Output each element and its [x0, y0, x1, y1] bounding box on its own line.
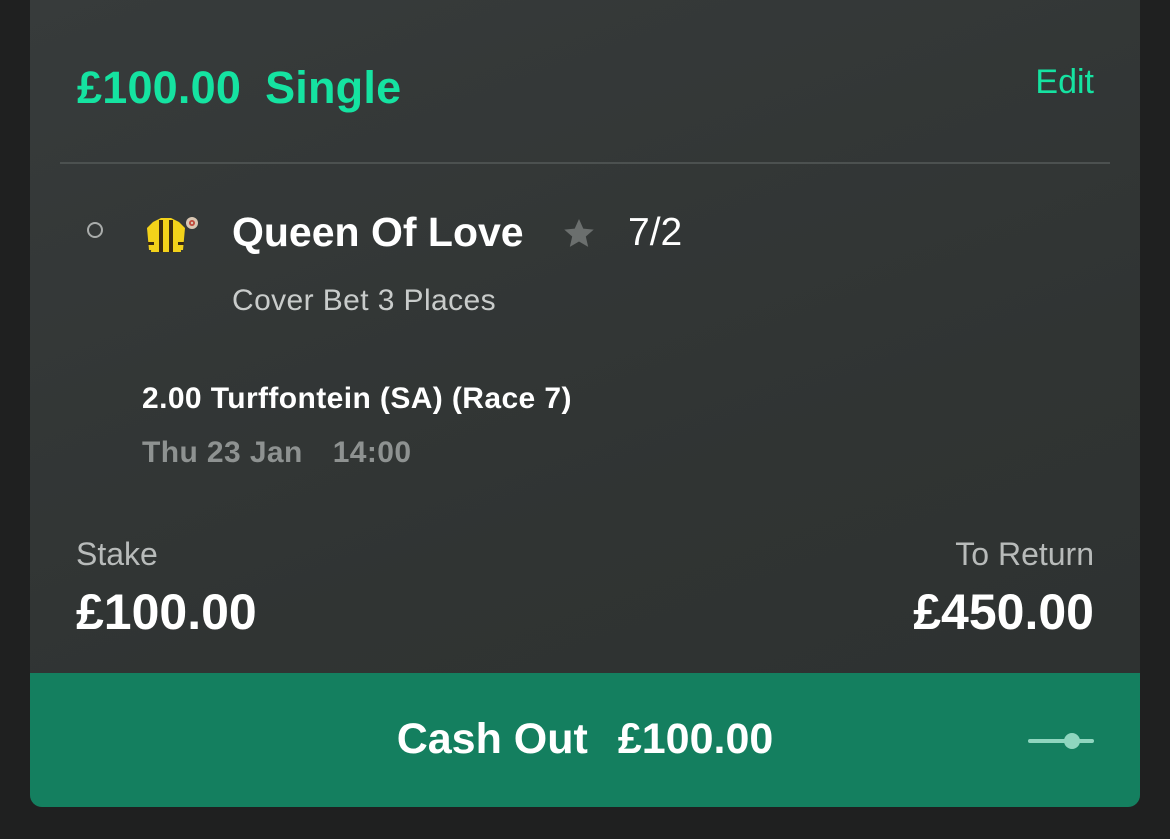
- event-date: Thu 23 Jan: [142, 436, 303, 469]
- event-time: 14:00: [332, 436, 412, 469]
- cash-out-amount: £100.00: [617, 715, 774, 763]
- selection-name: Queen Of Love: [232, 209, 524, 255]
- star-icon[interactable]: [560, 215, 598, 253]
- stake-label: Stake: [76, 536, 158, 572]
- selection-odds: 7/2: [628, 211, 683, 254]
- cash-out-label: Cash Out £100.00: [30, 715, 1140, 764]
- jockey-silks-icon: [147, 217, 198, 252]
- cash-out-button[interactable]: Cash Out £100.00: [30, 673, 1140, 807]
- cash-out-text: Cash Out: [396, 715, 588, 763]
- event-name[interactable]: 2.00 Turffontein (SA) (Race 7): [142, 382, 572, 416]
- bet-header-title: £100.00 Single: [77, 62, 401, 114]
- cashout-slider-icon[interactable]: [1026, 731, 1096, 751]
- bet-card: £100.00 Single Edit Queen Of Love 7/2 Cov…: [30, 0, 1140, 807]
- bet-stake-amount: £100.00: [77, 62, 242, 113]
- header-divider: [60, 162, 1110, 164]
- market-name: Cover Bet 3 Places: [232, 284, 496, 317]
- event-datetime: Thu 23 Jan 14:00: [142, 436, 411, 470]
- bet-type: Single: [265, 62, 402, 113]
- edit-button[interactable]: Edit: [1035, 63, 1094, 102]
- stake-value: £100.00: [76, 584, 257, 640]
- circle-outline-icon: [87, 222, 103, 238]
- return-value: £450.00: [913, 584, 1094, 640]
- return-label: To Return: [955, 536, 1094, 572]
